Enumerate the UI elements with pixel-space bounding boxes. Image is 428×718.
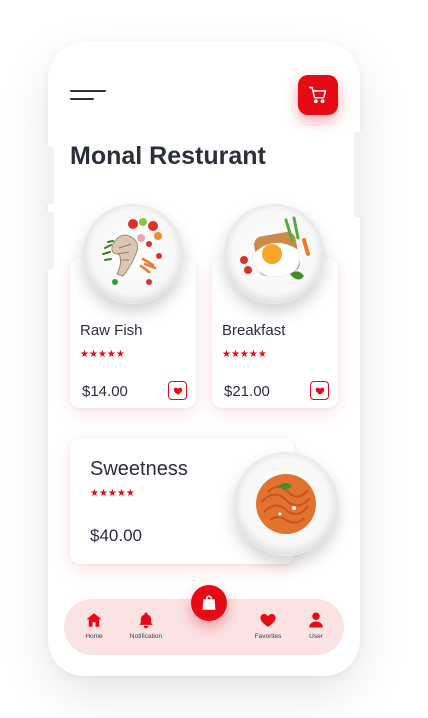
power-side-button <box>354 132 364 218</box>
cart-icon <box>308 86 327 104</box>
bell-icon <box>139 612 153 629</box>
heart-icon <box>260 614 276 627</box>
cart-button[interactable] <box>298 75 338 115</box>
hamburger-menu-icon[interactable] <box>70 90 106 104</box>
star-rating: ★★★★★ <box>80 349 125 360</box>
dish-name: Raw Fish <box>80 322 143 339</box>
user-icon <box>309 612 323 628</box>
nav-favorites[interactable]: Favorites <box>242 611 294 640</box>
volume-up-side-button <box>44 146 54 204</box>
shopping-bag-button[interactable] <box>191 585 227 621</box>
dish-name: Breakfast <box>222 322 286 339</box>
dish-name: Sweetness <box>90 458 188 480</box>
heart-icon <box>173 387 182 395</box>
phone-frame: Monal Resturant Raw Fish ★★★★★ $14.00 Br… <box>44 42 364 676</box>
spaghetti-plate-image <box>234 452 338 556</box>
heart-icon <box>315 387 324 395</box>
favorite-button[interactable] <box>168 381 187 400</box>
dish-price: $14.00 <box>82 383 128 400</box>
home-icon <box>86 613 102 627</box>
nav-notification[interactable]: Notification <box>120 611 172 640</box>
page-title: Monal Resturant <box>70 142 266 170</box>
raw-fish-plate-image <box>83 204 183 304</box>
nav-label: Notification <box>129 633 163 640</box>
nav-label: User <box>309 633 323 640</box>
star-rating: ★★★★★ <box>222 349 267 360</box>
breakfast-plate-image <box>224 204 324 304</box>
favorite-button[interactable] <box>310 381 329 400</box>
star-rating: ★★★★★ <box>90 488 135 499</box>
volume-down-side-button <box>44 212 54 270</box>
dish-price: $40.00 <box>90 526 142 545</box>
nav-label: Home <box>85 633 103 640</box>
dish-price: $21.00 <box>224 383 270 400</box>
nav-label: Favorites <box>254 633 282 640</box>
nav-home[interactable]: Home <box>68 611 120 640</box>
shopping-bag-icon <box>202 595 216 610</box>
nav-user[interactable]: User <box>290 611 342 640</box>
